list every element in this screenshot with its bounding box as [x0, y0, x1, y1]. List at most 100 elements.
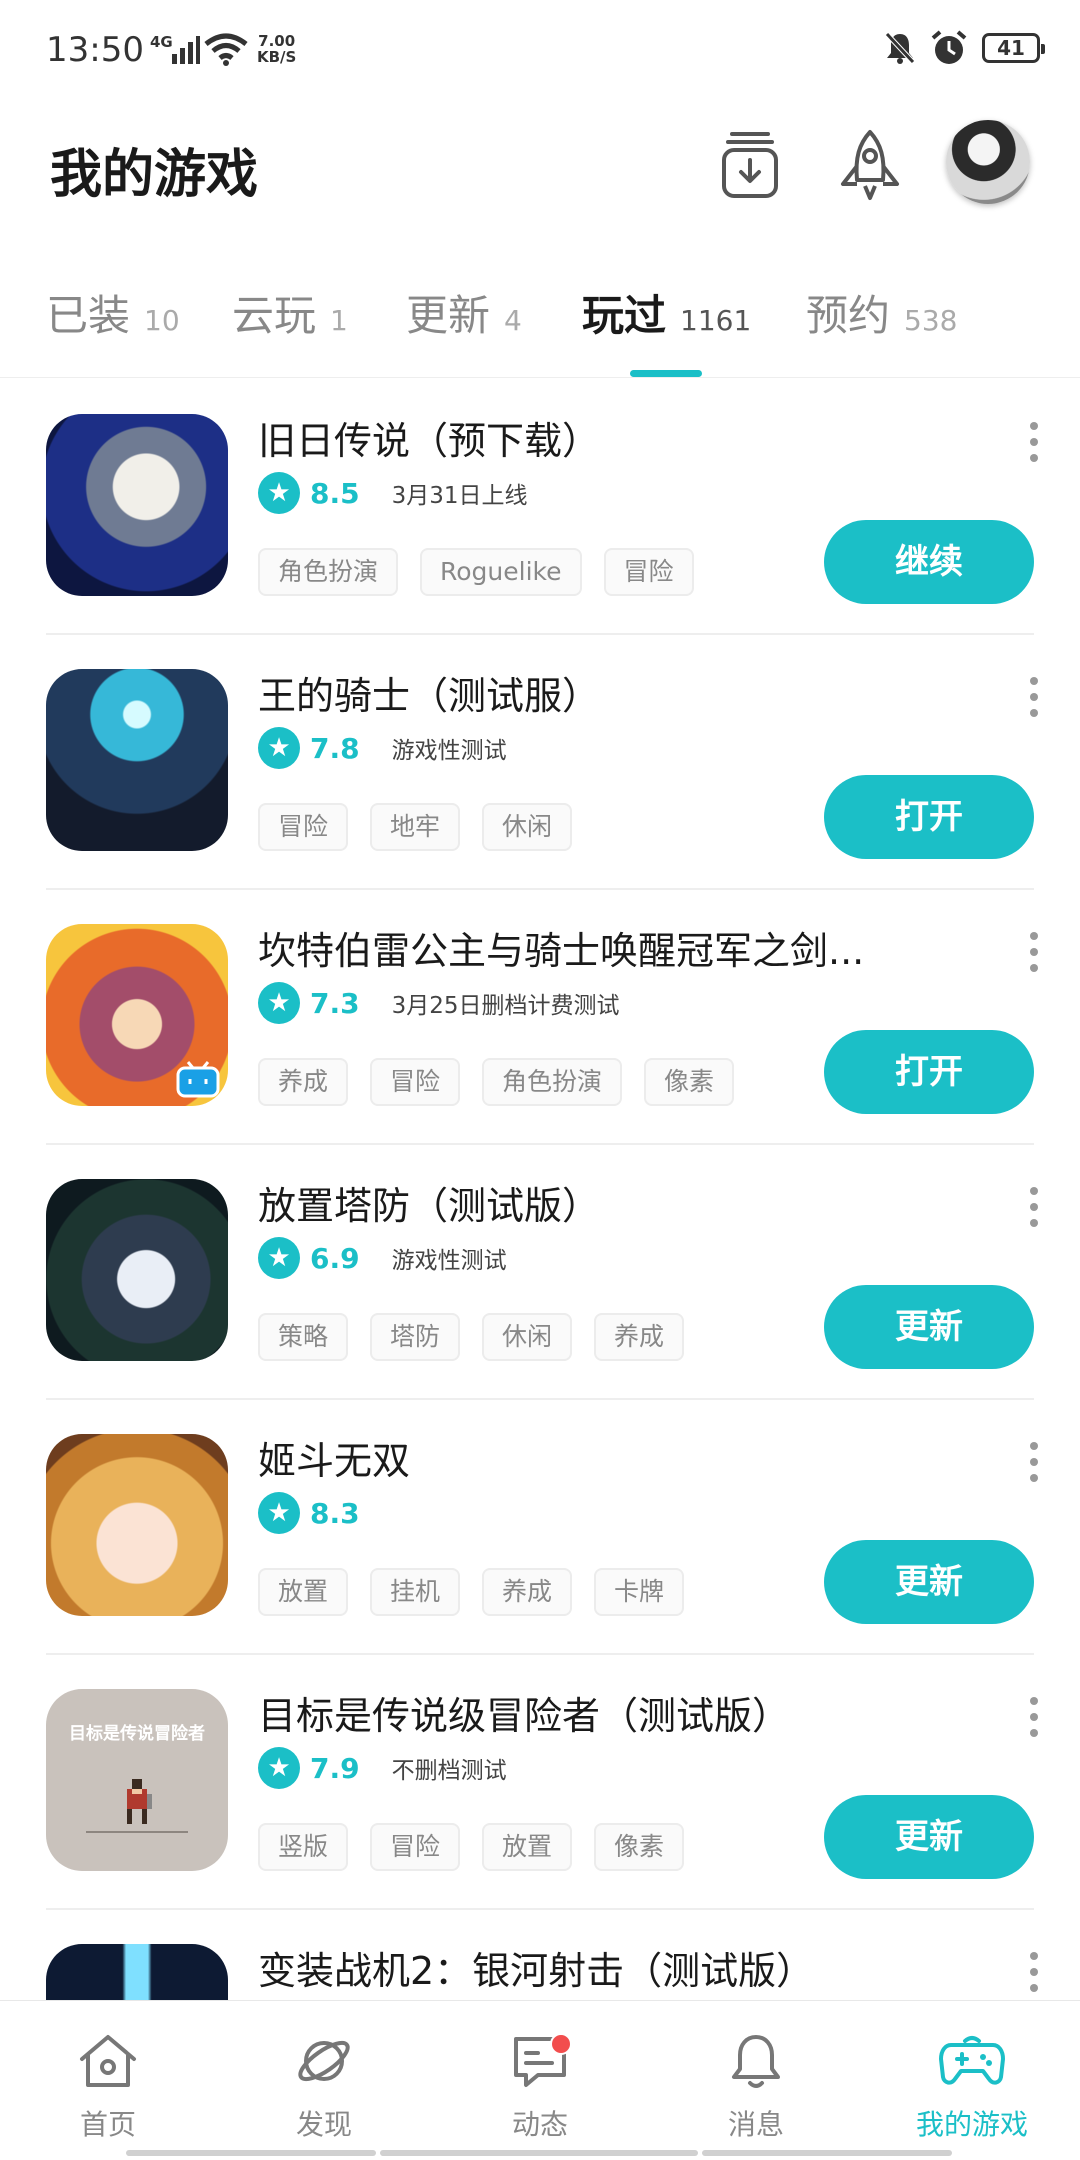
more-options-icon[interactable] [1028, 932, 1040, 972]
open-button[interactable]: 打开 [824, 1030, 1034, 1114]
game-list: 旧日传说（预下载） ★ 8.5 3月31日上线 角色扮演 Roguelike 冒… [0, 380, 1080, 2000]
more-options-icon[interactable] [1028, 1187, 1040, 1227]
tag[interactable]: 塔防 [370, 1313, 461, 1361]
game-name: 王的骑士（测试服） [258, 674, 601, 718]
game-status-note: 游戏性测试 [391, 1248, 507, 1274]
game-rating: ★ 7.8 游戏性测试 [258, 727, 507, 769]
download-icon [722, 132, 778, 198]
game-status-note: 3月25日删档计费测试 [391, 993, 620, 1019]
pixel-hero-icon [127, 1779, 152, 1824]
more-options-icon[interactable] [1028, 677, 1040, 717]
game-item[interactable]: 旧日传说（预下载） ★ 8.5 3月31日上线 角色扮演 Roguelike 冒… [0, 380, 1080, 635]
tag[interactable]: 像素 [644, 1058, 735, 1106]
game-rating: ★ 8.5 3月31日上线 [258, 472, 528, 514]
game-icon [46, 669, 228, 851]
alarm-icon [931, 30, 967, 64]
star-icon: ★ [258, 1747, 300, 1789]
ground-line [86, 1831, 188, 1833]
nav-feed[interactable]: 动态 [460, 2031, 620, 2143]
tab-cloud-play[interactable]: 云玩 1 [232, 282, 348, 343]
update-button[interactable]: 更新 [824, 1285, 1034, 1369]
tag[interactable]: 地牢 [370, 803, 461, 851]
game-item[interactable]: 王的骑士（测试服） ★ 7.8 游戏性测试 冒险 地牢 休闲 打开 [0, 635, 1080, 890]
update-button[interactable]: 更新 [824, 1540, 1034, 1624]
star-icon: ★ [258, 1492, 300, 1534]
tab-updates[interactable]: 更新 4 [406, 282, 522, 343]
game-item[interactable]: 放置塔防（测试版） ★ 6.9 游戏性测试 策略 塔防 休闲 养成 更新 [0, 1145, 1080, 1400]
tag[interactable]: Roguelike [420, 548, 582, 596]
game-tags: 竖版 冒险 放置 像素 [258, 1823, 685, 1871]
tag[interactable]: 放置 [482, 1823, 573, 1871]
game-icon-title: 目标是传说冒险者 [69, 1724, 205, 1744]
planet-icon [298, 2040, 350, 2082]
tag[interactable]: 冒险 [603, 548, 694, 596]
game-item[interactable]: 目标是传说冒险者 目标是传说级冒险者（测试版） ★ 7.9 不删档测试 竖版 冒… [0, 1655, 1080, 1910]
tag[interactable]: 竖版 [258, 1823, 349, 1871]
game-tabs: 已装 10 云玩 1 更新 4 玩过 1161 预约 538 [0, 282, 1080, 378]
game-icon: 目标是传说冒险者 [46, 1689, 228, 1871]
game-tags: 放置 挂机 养成 卡牌 [258, 1568, 685, 1616]
tag[interactable]: 冒险 [370, 1058, 461, 1106]
tag[interactable]: 养成 [594, 1313, 685, 1361]
tag[interactable]: 休闲 [482, 803, 573, 851]
nav-discover[interactable]: 发现 [244, 2031, 404, 2143]
more-options-icon[interactable] [1028, 422, 1040, 462]
tag[interactable]: 冒险 [370, 1823, 461, 1871]
game-icon [46, 1434, 228, 1616]
nav-my-games[interactable]: 我的游戏 [892, 2031, 1052, 2143]
tag[interactable]: 挂机 [370, 1568, 461, 1616]
game-status-note: 游戏性测试 [391, 738, 507, 764]
tag[interactable]: 休闲 [482, 1313, 573, 1361]
game-item[interactable]: 姬斗无双 ★ 8.3 放置 挂机 养成 卡牌 更新 [0, 1400, 1080, 1655]
nav-home[interactable]: 首页 [28, 2031, 188, 2143]
more-options-icon[interactable] [1028, 1697, 1040, 1737]
tag[interactable]: 像素 [594, 1823, 685, 1871]
open-button[interactable]: 打开 [824, 775, 1034, 859]
game-rating: ★ 6.9 游戏性测试 [258, 1237, 507, 1279]
game-icon [46, 1179, 228, 1361]
tag[interactable]: 角色扮演 [258, 548, 399, 596]
game-status-note: 3月31日上线 [391, 483, 528, 509]
page-title: 我的游戏 [50, 145, 259, 205]
game-item[interactable]: 变装战机2：银河射击（测试版） [0, 1910, 1080, 2000]
wifi-icon [204, 33, 248, 66]
update-button[interactable]: 更新 [824, 1795, 1034, 1879]
bell-icon [732, 2035, 780, 2088]
star-icon: ★ [258, 982, 300, 1024]
tag[interactable]: 养成 [258, 1058, 349, 1106]
tag[interactable]: 角色扮演 [482, 1058, 623, 1106]
active-tab-indicator [630, 370, 702, 377]
continue-button[interactable]: 继续 [824, 520, 1034, 604]
avatar[interactable] [946, 120, 1030, 204]
home-icon [80, 2035, 136, 2087]
rocket-icon [841, 130, 899, 200]
tag[interactable]: 策略 [258, 1313, 349, 1361]
more-options-icon[interactable] [1028, 1442, 1040, 1482]
game-rating: ★ 7.3 3月25日删档计费测试 [258, 982, 620, 1024]
star-icon: ★ [258, 1237, 300, 1279]
network-speed: 7.00 KB/S [257, 32, 297, 66]
notification-badge [550, 2033, 572, 2055]
tag[interactable]: 养成 [482, 1568, 573, 1616]
game-status-note: 不删档测试 [391, 1758, 507, 1784]
tag[interactable]: 冒险 [258, 803, 349, 851]
game-name: 变装战机2：银河射击（测试版） [258, 1949, 815, 1993]
boost-button[interactable] [830, 125, 910, 205]
more-options-icon[interactable] [1028, 1952, 1040, 1992]
game-tags: 养成 冒险 角色扮演 像素 [258, 1058, 735, 1106]
tag[interactable]: 卡牌 [594, 1568, 685, 1616]
tab-played[interactable]: 玩过 1161 [582, 282, 751, 343]
tab-reserved[interactable]: 预约 538 [806, 282, 957, 343]
game-tags: 策略 塔防 休闲 养成 [258, 1313, 685, 1361]
game-item[interactable]: 坎特伯雷公主与骑士唤醒冠军之剑... ★ 7.3 3月25日删档计费测试 养成 … [0, 890, 1080, 1145]
game-name: 坎特伯雷公主与骑士唤醒冠军之剑... [258, 929, 865, 973]
game-name: 放置塔防（测试版） [258, 1184, 601, 1228]
game-name: 姬斗无双 [258, 1439, 411, 1483]
status-bar: 13:50 4G 7.00 KB/S 41 [0, 0, 1080, 100]
download-manager-button[interactable] [710, 125, 790, 205]
tab-installed[interactable]: 已装 10 [46, 282, 180, 343]
star-icon: ★ [258, 727, 300, 769]
gesture-bar [0, 2150, 1080, 2160]
nav-messages[interactable]: 消息 [676, 2031, 836, 2143]
tag[interactable]: 放置 [258, 1568, 349, 1616]
